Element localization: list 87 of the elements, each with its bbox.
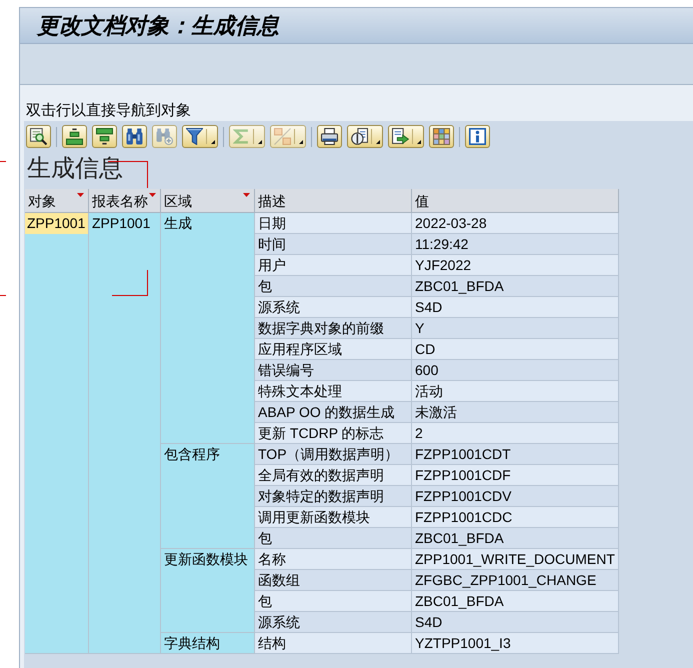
find-button[interactable] bbox=[122, 125, 147, 148]
table-cell: 更新 TCDRP 的标志 bbox=[255, 423, 412, 444]
table-cell: 包 bbox=[255, 528, 412, 549]
sort-ascending-icon bbox=[66, 128, 83, 145]
binoculars-plus-icon bbox=[156, 128, 173, 145]
info-icon bbox=[469, 128, 486, 145]
binoculars-icon bbox=[126, 128, 143, 145]
caret-icon bbox=[376, 140, 380, 144]
table-cell: 时间 bbox=[255, 234, 412, 255]
table-cell: 对象特定的数据声明 bbox=[255, 486, 412, 507]
list-title: 生成信息 bbox=[27, 154, 123, 182]
annotation-tick bbox=[0, 161, 6, 162]
table-cell: 源系统 bbox=[255, 297, 412, 318]
table-cell: 应用程序区域 bbox=[255, 339, 412, 360]
sort-descending-icon bbox=[96, 128, 113, 145]
filter-button[interactable] bbox=[182, 125, 218, 148]
table-cell: 未激活 bbox=[412, 402, 619, 423]
table-cell: FZPP1001CDV bbox=[412, 486, 619, 507]
column-header[interactable]: 报表名称 bbox=[89, 189, 161, 213]
table-cell: ZBC01_BFDA bbox=[412, 276, 619, 297]
column-header[interactable]: 对象 bbox=[25, 189, 89, 213]
sort-ascending-button[interactable] bbox=[62, 125, 87, 148]
table-cell: 600 bbox=[412, 360, 619, 381]
table-cell: 结构 bbox=[255, 633, 412, 654]
layout-button[interactable] bbox=[429, 125, 454, 148]
table-cell: ZPP1001_WRITE_DOCUMENT bbox=[412, 549, 619, 570]
table-cell: S4D bbox=[412, 612, 619, 633]
table-cell: YJF2022 bbox=[412, 255, 619, 276]
table-cell: 生成 bbox=[161, 213, 255, 444]
printer-icon bbox=[321, 128, 338, 145]
table-cell: 全局有效的数据声明 bbox=[255, 465, 412, 486]
table-cell: 包含程序 bbox=[161, 444, 255, 549]
annotation-corner bbox=[112, 270, 148, 296]
table-cell: 更新函数模块 bbox=[161, 549, 255, 633]
table-cell: 数据字典对象的前缀 bbox=[255, 318, 412, 339]
sum-icon bbox=[233, 128, 250, 145]
table-cell: 错误编号 bbox=[255, 360, 412, 381]
table-cell: 名称 bbox=[255, 549, 412, 570]
table-cell: ZBC01_BFDA bbox=[412, 591, 619, 612]
sort-descending-button[interactable] bbox=[92, 125, 117, 148]
table-cell: 包 bbox=[255, 591, 412, 612]
column-header[interactable]: 值 bbox=[412, 189, 619, 213]
table-cell: FZPP1001CDF bbox=[412, 465, 619, 486]
info-button[interactable] bbox=[465, 125, 490, 148]
export-button[interactable] bbox=[388, 125, 424, 148]
export-icon bbox=[392, 128, 409, 145]
table-cell: ZPP1001 bbox=[89, 213, 161, 654]
table-cell: 2 bbox=[412, 423, 619, 444]
table-cell: Y bbox=[412, 318, 619, 339]
hint-text: 双击行以直接导航到对象 bbox=[26, 102, 191, 119]
table-cell: 活动 bbox=[412, 381, 619, 402]
table-cell: ZFGBC_ZPP1001_CHANGE bbox=[412, 570, 619, 591]
column-header[interactable]: 描述 bbox=[255, 189, 412, 213]
table-cell: 2022-03-28 bbox=[412, 213, 619, 234]
table-cell: TOP（调用数据声明） bbox=[255, 444, 412, 465]
print-button[interactable] bbox=[317, 125, 342, 148]
view-button[interactable] bbox=[347, 125, 383, 148]
magnifier-list-icon bbox=[30, 128, 47, 145]
table-cell: 11:29:42 bbox=[412, 234, 619, 255]
table-cell: 源系统 bbox=[255, 612, 412, 633]
table-cell: S4D bbox=[412, 297, 619, 318]
window-title: 更改文档对象：生成信息 bbox=[37, 12, 279, 40]
caret-icon bbox=[299, 140, 303, 144]
table-cell: 用户 bbox=[255, 255, 412, 276]
table-cell: FZPP1001CDT bbox=[412, 444, 619, 465]
annotation-tick bbox=[0, 295, 6, 296]
table-cell: 调用更新函数模块 bbox=[255, 507, 412, 528]
table-cell: CD bbox=[412, 339, 619, 360]
table-cell: ZPP1001 bbox=[25, 213, 88, 234]
column-header[interactable]: 区域 bbox=[161, 189, 255, 213]
table-cell: 日期 bbox=[255, 213, 412, 234]
table-cell: 特殊文本处理 bbox=[255, 381, 412, 402]
document-view-icon bbox=[351, 128, 368, 145]
filter-icon bbox=[186, 128, 203, 145]
layout-grid-icon bbox=[433, 128, 450, 145]
table-cell: 函数组 bbox=[255, 570, 412, 591]
caret-icon bbox=[417, 140, 421, 144]
table-cell: ZBC01_BFDA bbox=[412, 528, 619, 549]
subtotals-icon bbox=[274, 128, 291, 145]
details-button[interactable] bbox=[26, 125, 51, 148]
table-cell: 字典结构 bbox=[161, 633, 255, 654]
caret-icon bbox=[258, 140, 262, 144]
table-cell: ABAP OO 的数据生成 bbox=[255, 402, 412, 423]
caret-icon bbox=[211, 140, 215, 144]
table-cell: YZTPP1001_I3 bbox=[412, 633, 619, 654]
table-cell: FZPP1001CDC bbox=[412, 507, 619, 528]
table-cell: 包 bbox=[255, 276, 412, 297]
